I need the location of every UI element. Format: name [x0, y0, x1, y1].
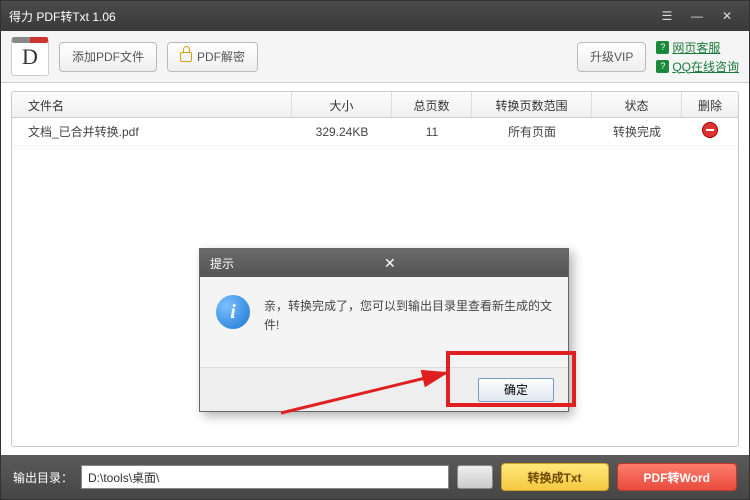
- col-pages: 总页数: [392, 92, 472, 117]
- decrypt-pdf-button[interactable]: PDF解密: [167, 42, 258, 72]
- cell-range[interactable]: 所有页面: [472, 118, 592, 145]
- help-icon: ?: [656, 60, 669, 73]
- convert-word-button[interactable]: PDF转Word: [617, 463, 737, 491]
- dialog-titlebar: 提示 ✕: [200, 249, 568, 277]
- browse-button[interactable]: [457, 465, 493, 489]
- window-title: 得力 PDF转Txt 1.06: [9, 8, 651, 25]
- app-logo: D: [11, 38, 49, 76]
- output-path-input[interactable]: [81, 465, 449, 489]
- output-label: 输出目录：: [13, 469, 73, 486]
- qq-support-link[interactable]: ?QQ在线咨询: [656, 58, 739, 75]
- dialog-title-text: 提示: [210, 255, 384, 272]
- minimize-icon[interactable]: —: [683, 7, 711, 25]
- table-header: 文件名 大小 总页数 转换页数范围 状态 删除: [12, 92, 738, 118]
- col-status: 状态: [592, 92, 682, 117]
- toolbar: D 添加PDF文件 PDF解密 升级VIP ?网页客服 ?QQ在线咨询: [1, 31, 749, 83]
- delete-icon[interactable]: [702, 122, 718, 138]
- dialog-close-icon[interactable]: ✕: [384, 255, 558, 272]
- col-delete: 删除: [682, 92, 738, 117]
- cell-status: 转换完成: [592, 118, 682, 145]
- titlebar: 得力 PDF转Txt 1.06 ☰ — ✕: [1, 1, 749, 31]
- content-area: 文件名 大小 总页数 转换页数范围 状态 删除 文档_已合并转换.pdf 329…: [1, 83, 749, 455]
- info-dialog: 提示 ✕ i 亲，转换完成了，您可以到输出目录里查看新生成的文件! 确定: [199, 248, 569, 412]
- upgrade-vip-button[interactable]: 升级VIP: [577, 42, 646, 72]
- col-size: 大小: [292, 92, 392, 117]
- dialog-message: 亲，转换完成了，您可以到输出目录里查看新生成的文件!: [264, 295, 552, 357]
- cell-pages: 11: [392, 120, 472, 144]
- close-icon[interactable]: ✕: [713, 7, 741, 25]
- add-pdf-button[interactable]: 添加PDF文件: [59, 42, 157, 72]
- support-links: ?网页客服 ?QQ在线咨询: [656, 39, 739, 75]
- web-support-link[interactable]: ?网页客服: [656, 39, 739, 56]
- convert-txt-button[interactable]: 转换成Txt: [501, 463, 609, 491]
- help-icon: ?: [656, 41, 669, 54]
- cell-filename: 文档_已合并转换.pdf: [12, 118, 292, 145]
- dialog-body: i 亲，转换完成了，您可以到输出目录里查看新生成的文件!: [200, 277, 568, 367]
- col-range: 转换页数范围: [472, 92, 592, 117]
- cell-size: 329.24KB: [292, 120, 392, 144]
- info-icon: i: [216, 295, 250, 329]
- app-window: 得力 PDF转Txt 1.06 ☰ — ✕ D 添加PDF文件 PDF解密 升级…: [0, 0, 750, 500]
- footer-bar: 输出目录： 转换成Txt PDF转Word: [1, 455, 749, 499]
- col-filename: 文件名: [12, 92, 292, 117]
- settings-icon[interactable]: ☰: [653, 7, 681, 25]
- cell-delete: [682, 117, 738, 146]
- lock-icon: [180, 52, 192, 62]
- table-row[interactable]: 文档_已合并转换.pdf 329.24KB 11 所有页面 转换完成: [12, 118, 738, 146]
- dialog-footer: 确定: [200, 367, 568, 411]
- ok-button[interactable]: 确定: [478, 378, 554, 402]
